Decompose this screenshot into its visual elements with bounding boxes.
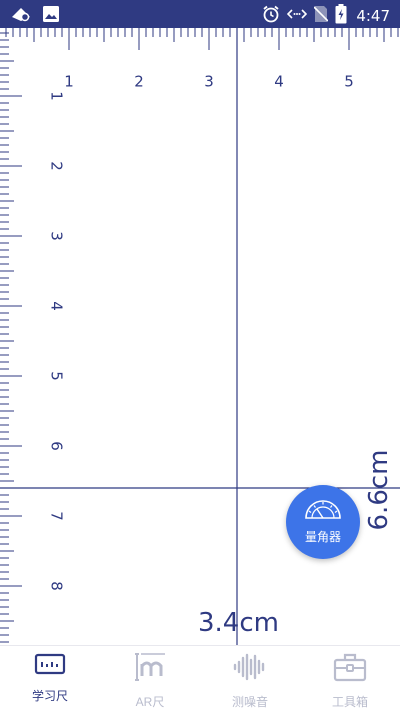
- bottom-navigation: 学习尺 AR尺 测噪音 工具箱: [0, 645, 400, 712]
- top-ruler-label: 3: [204, 73, 214, 91]
- image-icon: [42, 5, 60, 28]
- left-ruler-label: 3: [48, 231, 66, 241]
- nav-label-study-ruler: 学习尺: [31, 689, 68, 703]
- status-bar: 4:47: [0, 0, 400, 28]
- left-ruler-label: 1: [48, 91, 66, 101]
- nav-label-toolbox: 工具箱: [331, 695, 368, 709]
- nav-label-noise-meter: 测噪音: [231, 695, 268, 709]
- status-time: 4:47: [356, 6, 390, 25]
- top-ruler-label: 5: [344, 73, 354, 91]
- left-ruler-label: 4: [48, 301, 66, 311]
- sound-wave-icon: [232, 652, 268, 687]
- left-ruler-label: 7: [48, 511, 66, 521]
- top-ruler-label: 4: [274, 73, 284, 91]
- ruler-icon: [34, 652, 66, 681]
- alarm-icon: [262, 5, 280, 26]
- ar-ruler-icon: [134, 652, 166, 687]
- nav-item-noise-meter[interactable]: 测噪音: [200, 646, 300, 712]
- nav-label-ar-ruler: AR尺: [135, 695, 165, 709]
- nav-item-ar-ruler[interactable]: AR尺: [100, 646, 200, 712]
- left-ruler-label: 2: [48, 161, 66, 171]
- protractor-button-label: 量角器: [304, 529, 341, 544]
- toolbox-icon: [333, 652, 367, 687]
- battery-charging-icon: [335, 4, 347, 27]
- protractor-icon: [303, 498, 343, 525]
- x-measurement-readout: 3.4cm: [198, 608, 279, 638]
- nav-item-toolbox[interactable]: 工具箱: [300, 646, 400, 712]
- no-sim-icon: [313, 5, 329, 26]
- top-ruler-label: 1: [64, 73, 74, 91]
- data-transfer-icon: [287, 6, 308, 25]
- top-ruler-label: 2: [134, 73, 144, 91]
- nav-item-study-ruler[interactable]: 学习尺: [0, 646, 100, 712]
- y-measurement-readout: 6.6cm: [364, 449, 394, 531]
- app-notification-icon: [10, 5, 32, 28]
- left-ruler-label: 6: [48, 441, 66, 451]
- left-ruler-label: 8: [48, 581, 66, 591]
- left-ruler-label: 5: [48, 371, 66, 381]
- protractor-button[interactable]: 量角器: [286, 485, 360, 559]
